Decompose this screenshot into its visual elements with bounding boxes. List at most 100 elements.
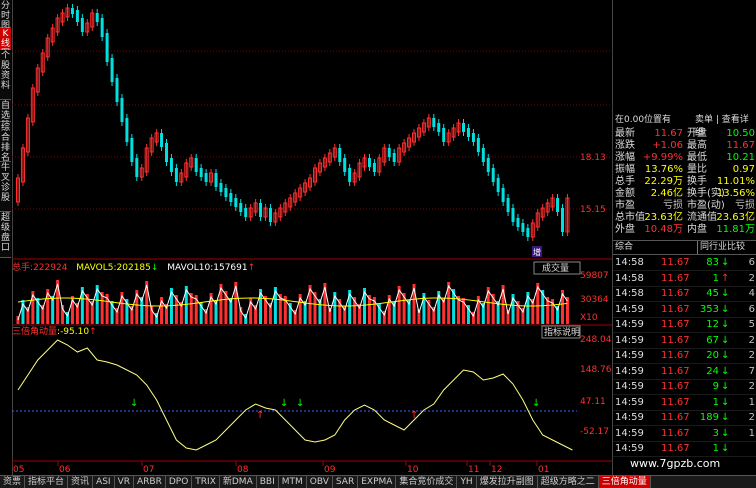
trade-volume: 189: [699, 412, 719, 423]
candle-body: [501, 188, 505, 202]
trade-direction-icon: ↓: [721, 350, 730, 361]
candle-body: [135, 158, 139, 177]
indicator-line: [17, 339, 573, 451]
trade-time: 14:59: [615, 350, 644, 361]
trade-price: 11.67: [661, 381, 690, 392]
tab-industry-compare[interactable]: 同行业比较: [697, 241, 745, 254]
sidebar-tab-2[interactable]: 个股资料: [0, 50, 11, 100]
quote-label: 流通值: [687, 212, 717, 223]
trade-flag: 2: [748, 350, 755, 361]
candle-body: [259, 203, 263, 217]
trade-flag: 6: [748, 303, 755, 315]
chart-area[interactable]: 18.13 15.15 增 总手:222924 MAVOL5:202185↓ M…: [11, 0, 612, 475]
bottom-tab-7[interactable]: TRIX: [192, 476, 220, 488]
quote-label: 开盘: [687, 128, 707, 139]
sidebar-tab-5[interactable]: 牛叉诊股: [0, 162, 11, 212]
sidebar-tab-6[interactable]: 超级盘口: [0, 212, 11, 258]
price-axis-label: 18.13: [580, 153, 606, 163]
bottom-tab-3[interactable]: ASI: [93, 476, 115, 488]
bottom-tab-12[interactable]: SAR: [333, 476, 359, 488]
quote-label: 振幅: [615, 164, 635, 175]
bottom-tab-17[interactable]: 超级方略之二: [538, 476, 599, 488]
candle-body: [199, 168, 203, 177]
bottom-tab-1[interactable]: 指标平台: [25, 476, 69, 488]
quote-value: 0.97: [732, 164, 755, 175]
candle-body: [174, 168, 178, 182]
candle-body: [239, 203, 243, 212]
tab-summary[interactable]: 综合: [615, 241, 633, 254]
candle-body: [244, 208, 248, 217]
trade-volume: 20: [706, 350, 719, 361]
trade-time: 14:58: [615, 288, 644, 299]
candle-body: [160, 133, 164, 147]
candle-body: [462, 123, 465, 132]
bottom-tab-2[interactable]: 资讯: [68, 476, 94, 488]
mavol5-arrow: ↓: [151, 263, 159, 273]
bottom-tab-15[interactable]: YH: [457, 476, 477, 488]
trade-volume: 12: [706, 319, 719, 330]
candlestick-series[interactable]: [16, 4, 570, 241]
volume-bar: [565, 297, 569, 324]
bottom-tab-13[interactable]: EXPMA: [358, 476, 397, 488]
sidebar-tab-4[interactable]: 综合排名: [0, 122, 11, 163]
trade-direction-icon: ↓: [721, 319, 730, 330]
trade-price: 11.67: [661, 288, 690, 299]
trade-time: 14:58: [615, 257, 644, 268]
trade-volume: 45: [706, 288, 719, 299]
volume-total-value: 222924: [33, 263, 68, 273]
candle-body: [95, 13, 99, 22]
bottom-tab-5[interactable]: ARBR: [134, 476, 166, 488]
bottom-tab-18[interactable]: 三倍角动量: [598, 476, 651, 488]
mavol5-label: MAVOL5: [76, 263, 113, 273]
signal-arrow: ↓: [296, 398, 304, 409]
trade-row: 14:59 11.67 1 ↓ 1: [613, 395, 756, 411]
bottom-tab-14[interactable]: 集合竞价成交: [396, 476, 458, 488]
candle-body: [496, 178, 500, 192]
quote-value: +9.99%: [642, 152, 683, 163]
candle-body: [481, 148, 485, 162]
bottom-tab-16[interactable]: 爆发拉升副图: [477, 476, 538, 488]
trade-time: 14:59: [615, 303, 644, 315]
signal-arrow: ↑: [256, 410, 264, 421]
bottom-tab-10[interactable]: MTM: [279, 476, 307, 488]
bottom-tab-4[interactable]: VR: [115, 476, 134, 488]
quote-value: 11.67: [654, 128, 683, 139]
trade-flag: 2: [748, 334, 755, 346]
trade-price: 11.67: [661, 319, 690, 330]
trade-flag: 4: [748, 288, 755, 299]
candle-body: [372, 163, 376, 172]
indicator-name: 三倍角动量: [12, 325, 57, 337]
bottom-tab-8[interactable]: 新DMA: [220, 476, 257, 488]
sidebar-tab-0[interactable]: 分时图: [0, 0, 11, 31]
quote-value: 11.01%: [716, 176, 755, 187]
trade-time: 14:59: [615, 412, 644, 423]
bottom-tab-11[interactable]: OBV: [307, 476, 333, 488]
trade-volume: 3: [712, 427, 719, 439]
chart-svg[interactable]: 18.13 15.15 增 总手:222924 MAVOL5:202185↓ M…: [11, 0, 612, 475]
quote-value: 22.29万: [644, 176, 683, 187]
trade-time: 14:58: [615, 272, 644, 284]
candle-body: [214, 173, 218, 187]
quote-label: 总市值: [615, 212, 645, 223]
price-panel[interactable]: 18.13 15.15 增: [12, 4, 612, 260]
indicator-axis-label: 148.76: [580, 365, 612, 375]
candle-body: [115, 78, 119, 102]
trade-time: 14:59: [615, 365, 644, 377]
mavol5-value: 202185: [117, 263, 151, 273]
quote-label: 总手: [615, 176, 635, 187]
trade-flag: 2: [748, 272, 755, 284]
trade-direction-icon: ↓: [721, 288, 730, 299]
mavol10-label: MAVOL10: [167, 263, 210, 273]
volume-panel[interactable]: 总手:222924 MAVOL5:202185↓ MAVOL10:157691↑…: [12, 261, 612, 326]
trade-row: 14:59 11.67 12 ↓ 5: [613, 317, 756, 333]
sidebar-tab-3[interactable]: 自选股: [0, 100, 11, 131]
bottom-tab-0[interactable]: 资票: [0, 476, 26, 488]
bottom-tab-6[interactable]: DPO: [166, 476, 193, 488]
indicator-panel[interactable]: 三倍角动量:-95.10↑ 指标说明 ↓↑↓ ↓↑↓ 248.04 148.76 …: [12, 325, 612, 451]
quote-value: 23.63亿: [716, 212, 755, 223]
bottom-tab-9[interactable]: BBI: [257, 476, 279, 488]
candle-body: [506, 198, 510, 212]
quote-label: 内盘: [687, 224, 707, 235]
trade-direction-icon: ↓: [721, 412, 730, 423]
sidebar-tab-1[interactable]: K线图: [0, 28, 11, 59]
